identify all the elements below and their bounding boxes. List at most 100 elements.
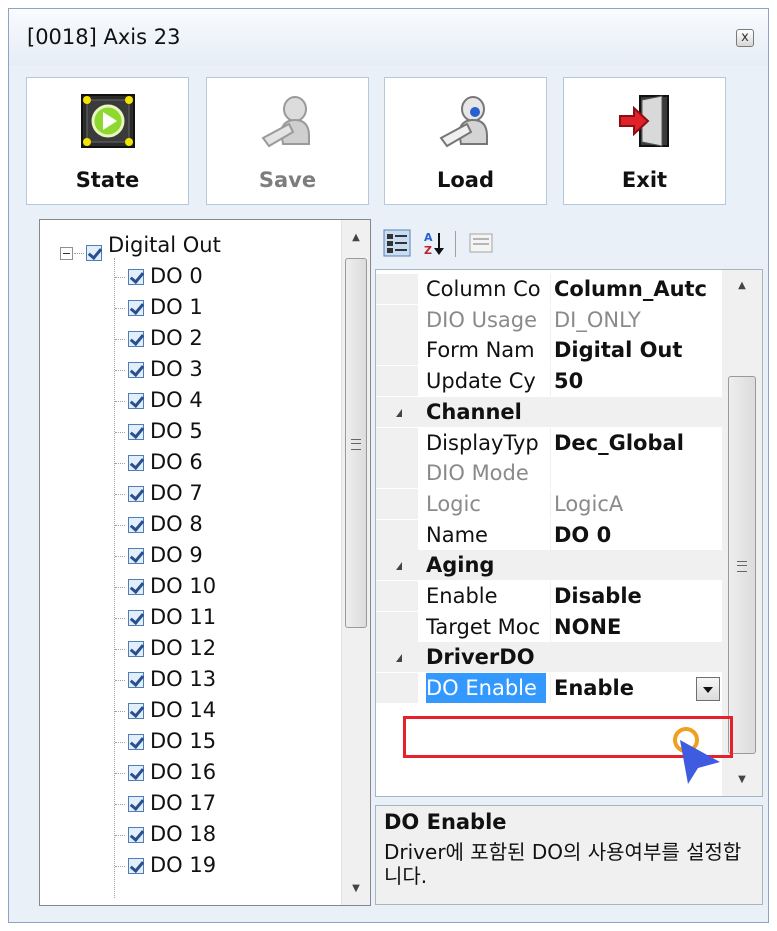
tree-item[interactable]: DO 14 — [40, 695, 340, 725]
tree-item-label: DO 10 — [150, 574, 217, 598]
load-button[interactable]: Load — [384, 77, 547, 205]
state-button-label: State — [75, 168, 140, 192]
save-icon — [261, 96, 310, 148]
item-checkbox[interactable] — [128, 579, 144, 595]
tree-item[interactable]: DO 3 — [40, 354, 340, 384]
property-row[interactable]: Column Co Column_Autc — [376, 274, 722, 304]
property-row[interactable]: Form Nam Digital Out — [376, 335, 722, 366]
property-row[interactable]: Name DO 0 — [376, 519, 722, 550]
property-name: DIO Mode — [426, 461, 529, 486]
property-name: Column Co — [426, 277, 541, 301]
item-checkbox[interactable] — [128, 424, 144, 440]
property-row[interactable]: DIO Usage DI_ONLY — [376, 304, 722, 335]
tree-item[interactable]: DO 4 — [40, 385, 340, 415]
tree-item-label: DO 19 — [150, 853, 217, 877]
collapse-icon[interactable] — [396, 562, 402, 571]
item-checkbox[interactable] — [128, 734, 144, 750]
scroll-down-icon[interactable]: ▼ — [342, 877, 370, 901]
item-checkbox[interactable] — [128, 269, 144, 285]
tree-item[interactable]: DO 10 — [40, 571, 340, 601]
scroll-up-icon[interactable]: ▲ — [342, 226, 370, 250]
item-checkbox[interactable] — [128, 455, 144, 471]
item-checkbox[interactable] — [128, 486, 144, 502]
description-title: DO Enable — [384, 810, 507, 834]
tree-item[interactable]: DO 0 — [40, 261, 340, 291]
tree-item[interactable]: DO 1 — [40, 292, 340, 322]
tree-item[interactable]: DO 15 — [40, 726, 340, 756]
property-row[interactable]: DIO Mode — [376, 458, 722, 489]
exit-button[interactable]: Exit — [563, 77, 726, 205]
property-row[interactable]: DisplayTyp Dec_Global — [376, 427, 722, 458]
tree-item[interactable]: DO 17 — [40, 788, 340, 818]
tree-item[interactable]: DO 7 — [40, 478, 340, 508]
property-category[interactable]: DriverDO — [376, 642, 722, 673]
categorized-icon[interactable] — [383, 229, 411, 257]
tree-item[interactable]: DO 6 — [40, 447, 340, 477]
tree-item[interactable]: DO 19 — [40, 850, 340, 880]
tree-root[interactable]: Digital Out — [40, 230, 340, 261]
save-button-label: Save — [258, 168, 317, 192]
tree-scroll-thumb[interactable] — [345, 258, 367, 628]
dropdown-arrow-button[interactable] — [696, 677, 720, 702]
channel-tree[interactable]: Digital Out DO 0 DO 1 DO 2 DO 3 DO 4 DO 5 DO 6… — [39, 219, 371, 906]
property-row[interactable]: Update Cy 50 — [376, 366, 722, 397]
collapse-icon[interactable] — [396, 408, 402, 417]
property-name: DO Enable — [426, 673, 546, 704]
tree-item[interactable]: DO 9 — [40, 540, 340, 570]
property-category[interactable]: Channel — [376, 396, 722, 427]
category-label: DriverDO — [426, 645, 535, 670]
item-checkbox[interactable] — [128, 393, 144, 409]
tree-item[interactable]: DO 11 — [40, 602, 340, 632]
item-checkbox[interactable] — [128, 610, 144, 626]
property-name: DisplayTyp — [426, 430, 539, 455]
alphabetical-icon[interactable]: A Z — [421, 229, 449, 257]
item-checkbox[interactable] — [128, 672, 144, 688]
title-bar[interactable]: [0018] Axis 23 x — [9, 9, 768, 65]
svg-text:Z: Z — [424, 244, 432, 257]
tree-item-label: DO 11 — [150, 605, 217, 629]
item-checkbox[interactable] — [128, 362, 144, 378]
tree-item[interactable]: DO 12 — [40, 633, 340, 663]
property-scroll-thumb[interactable] — [728, 376, 756, 754]
tree-item[interactable]: DO 2 — [40, 323, 340, 353]
property-pages-icon[interactable] — [467, 229, 495, 257]
collapse-icon[interactable] — [60, 247, 73, 260]
item-checkbox[interactable] — [128, 641, 144, 657]
item-checkbox[interactable] — [128, 827, 144, 843]
property-scroll-up-icon[interactable]: ▲ — [722, 274, 762, 298]
close-button[interactable]: x — [736, 29, 754, 47]
tree-item[interactable]: DO 8 — [40, 509, 340, 539]
item-checkbox[interactable] — [128, 300, 144, 316]
item-checkbox[interactable] — [128, 331, 144, 347]
tree-item[interactable]: DO 5 — [40, 416, 340, 446]
tree-scrollbar[interactable]: ▲ ▼ — [341, 220, 370, 905]
collapse-icon[interactable] — [396, 654, 402, 663]
item-checkbox[interactable] — [128, 765, 144, 781]
item-checkbox[interactable] — [128, 548, 144, 564]
tree-item-label: DO 13 — [150, 667, 217, 691]
state-button[interactable]: State — [26, 77, 189, 205]
root-checkbox[interactable] — [86, 245, 102, 261]
property-row[interactable]: Logic LogicA — [376, 488, 722, 519]
load-icon — [439, 96, 488, 148]
tree-item[interactable]: DO 13 — [40, 664, 340, 694]
item-checkbox[interactable] — [128, 796, 144, 812]
tree-item-label: DO 7 — [150, 481, 203, 505]
tree-item[interactable]: DO 16 — [40, 757, 340, 787]
property-row[interactable]: Enable Disable — [376, 581, 722, 611]
property-row[interactable]: DO Enable Enable — [376, 673, 722, 704]
svg-text:A: A — [424, 231, 433, 244]
tree-item-label: DO 1 — [150, 295, 203, 319]
item-checkbox[interactable] — [128, 517, 144, 533]
tree-item[interactable]: DO 18 — [40, 819, 340, 849]
save-button[interactable]: Save — [206, 77, 369, 205]
property-category[interactable]: Aging — [376, 550, 722, 581]
property-name: Update Cy — [426, 369, 536, 394]
item-checkbox[interactable] — [128, 858, 144, 874]
property-name: Enable — [426, 584, 498, 608]
item-checkbox[interactable] — [128, 703, 144, 719]
property-scroll-down-icon[interactable]: ▼ — [722, 768, 762, 792]
property-value: DO 0 — [554, 522, 612, 547]
property-name: Target Moc — [426, 614, 541, 639]
property-row[interactable]: Target Moc NONE — [376, 611, 722, 642]
